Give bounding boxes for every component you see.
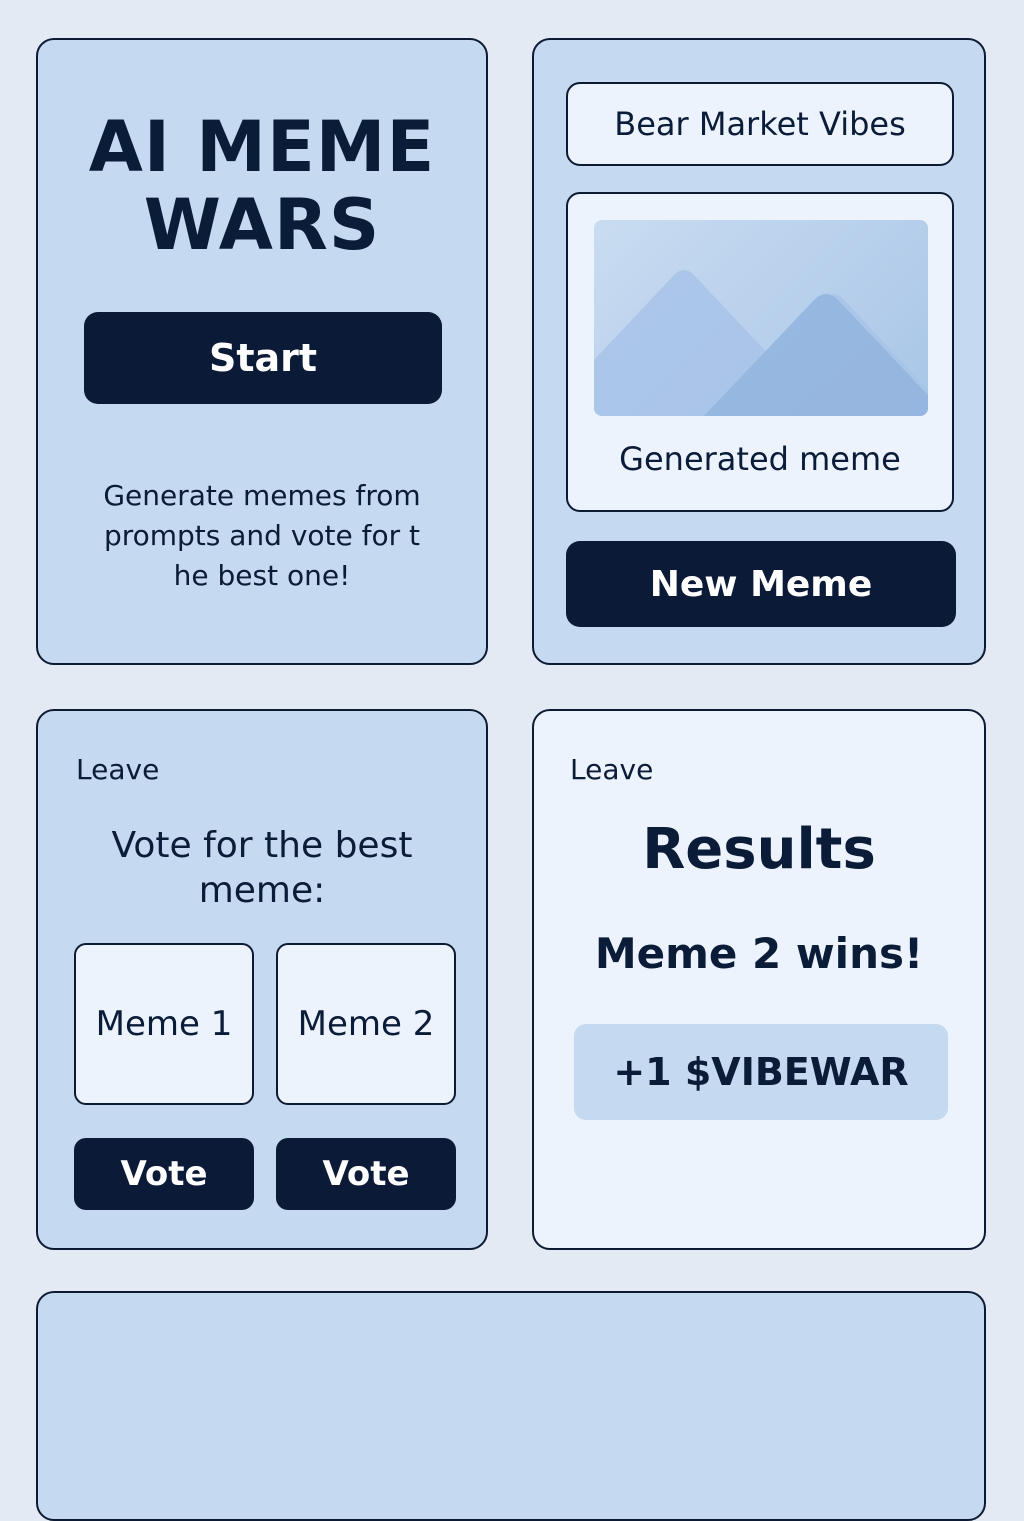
description-line1: Generate memes from xyxy=(103,479,421,512)
vote-button-meme-2[interactable]: Vote xyxy=(276,1138,456,1210)
bottom-panel xyxy=(36,1291,986,1521)
meme-preview-card: Generated meme xyxy=(566,192,954,512)
reward-badge: +1 $VIBEWAR xyxy=(574,1024,948,1120)
meme-option-2[interactable]: Meme 2 xyxy=(276,943,456,1105)
vote-panel: Leave Vote for the best meme: Meme 1 Mem… xyxy=(36,709,488,1250)
vote-heading-line2: meme: xyxy=(198,870,326,911)
app-title: AI MEME WARS xyxy=(38,108,486,264)
meme-option-2-label: Meme 2 xyxy=(297,1004,435,1044)
start-button[interactable]: Start xyxy=(84,312,442,404)
app-title-line2: WARS xyxy=(143,184,381,266)
app-title-line1: AI MEME xyxy=(88,106,436,188)
generator-panel: Bear Market Vibes Generated meme New Mem… xyxy=(532,38,986,665)
reward-text: +1 $VIBEWAR xyxy=(613,1050,909,1094)
app-description: Generate memes from prompts and vote for… xyxy=(58,476,466,596)
winner-text: Meme 2 wins! xyxy=(594,929,924,978)
vote-button-meme-1[interactable]: Vote xyxy=(74,1138,254,1210)
mountain-image-icon xyxy=(594,220,928,416)
meme-caption: Generated meme xyxy=(619,440,901,478)
vote-heading-line1: Vote for the best xyxy=(111,825,413,866)
meme-option-1[interactable]: Meme 1 xyxy=(74,943,254,1105)
vote-heading: Vote for the best meme: xyxy=(38,823,486,913)
prompt-input-value: Bear Market Vibes xyxy=(614,105,906,143)
description-line2: prompts and vote for t xyxy=(103,519,421,552)
prompt-input[interactable]: Bear Market Vibes xyxy=(566,82,954,166)
new-meme-button[interactable]: New Meme xyxy=(566,541,956,627)
leave-link[interactable]: Leave xyxy=(76,753,159,786)
description-line3: he best one! xyxy=(173,559,351,592)
leave-link[interactable]: Leave xyxy=(570,753,653,786)
start-panel: AI MEME WARS Start Generate memes from p… xyxy=(36,38,488,665)
results-title: Results xyxy=(642,817,876,882)
results-panel: Leave Results Meme 2 wins! +1 $VIBEWAR xyxy=(532,709,986,1250)
meme-option-1-label: Meme 1 xyxy=(95,1004,233,1044)
